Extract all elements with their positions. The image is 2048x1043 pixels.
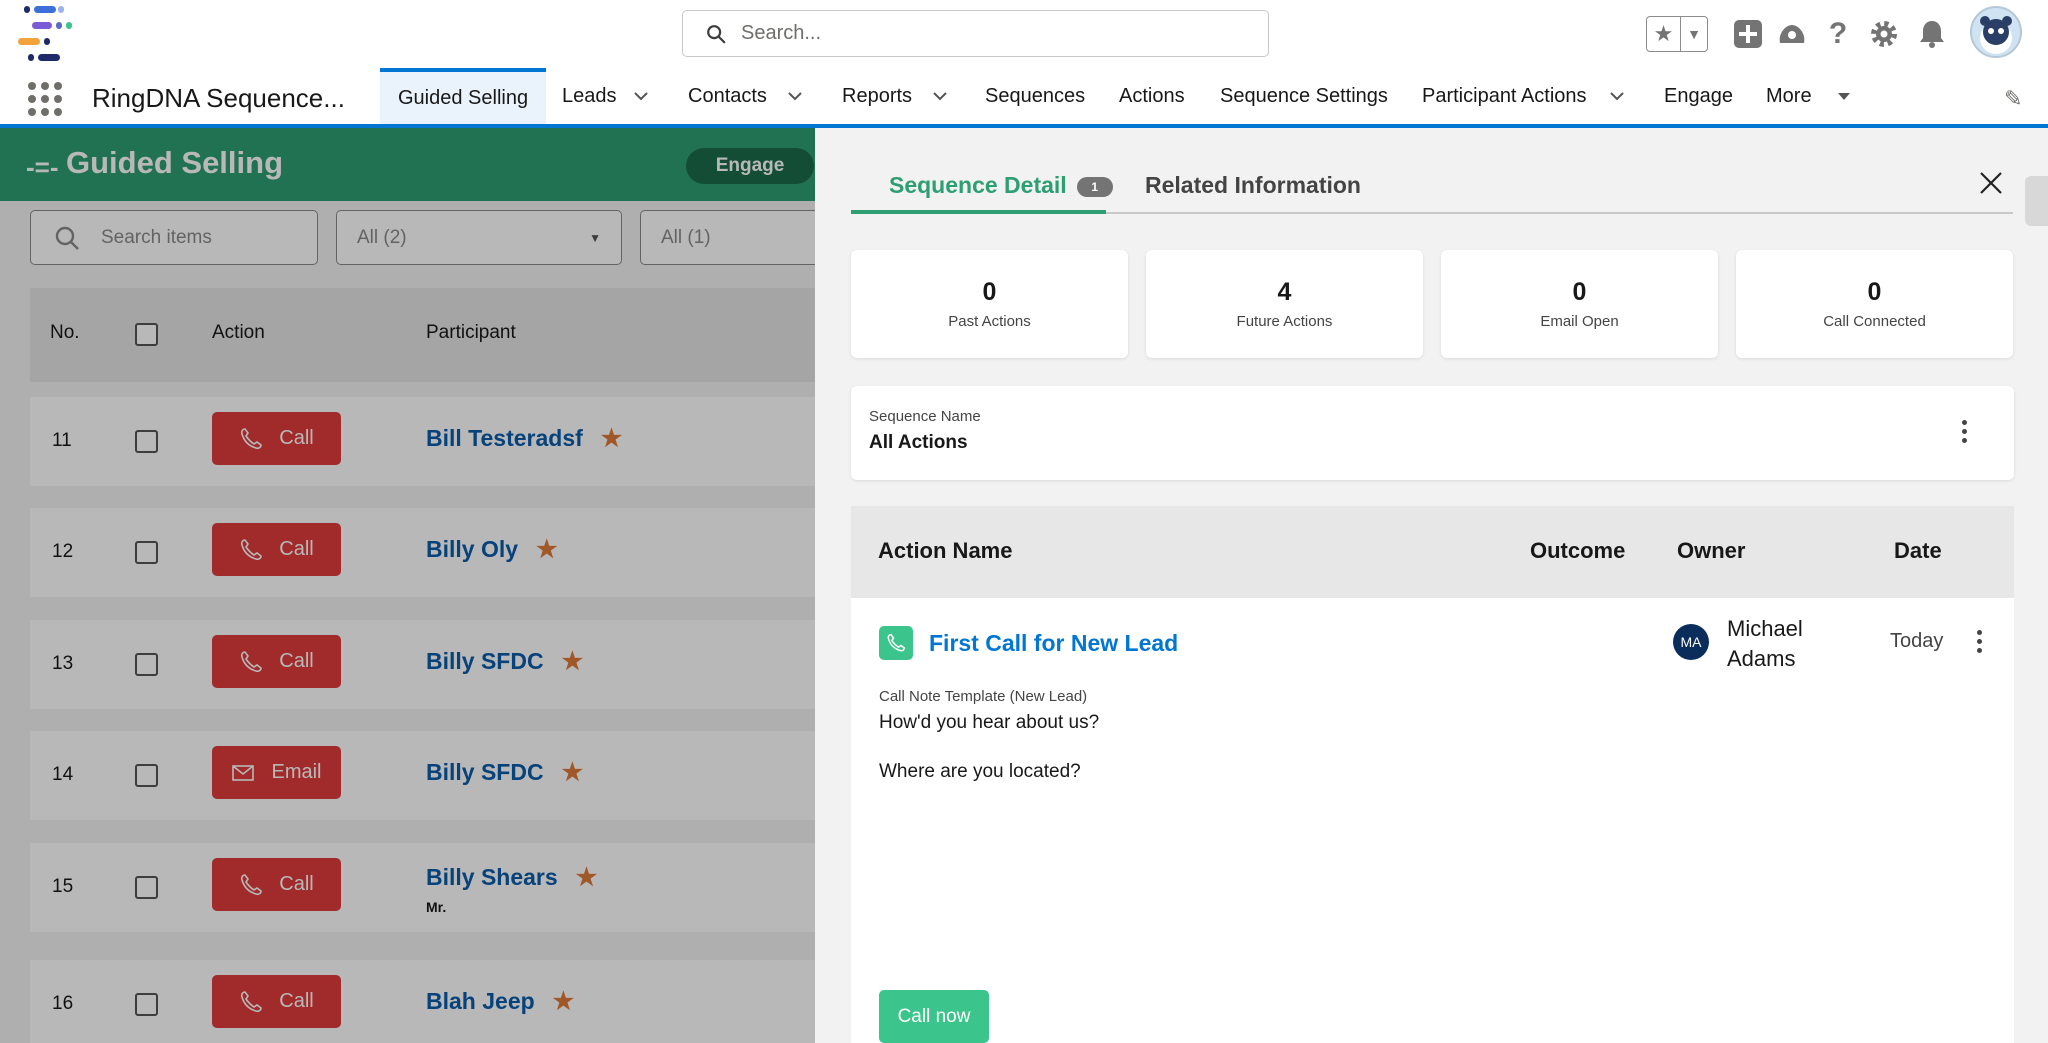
nav-tab-guided-selling[interactable]: Guided Selling [380,68,546,124]
trailhead-icon [1779,25,1805,43]
actions-table-header: Action Name Outcome Owner Date [851,506,2014,598]
global-actions-button[interactable] [1728,14,1768,54]
column-header-action-name: Action Name [878,538,1013,563]
global-header: Search... ★ ▼ ? [0,0,2048,68]
favorites-button[interactable]: ★ ▼ [1646,16,1708,52]
nav-tab-sequence-settings[interactable]: Sequence Settings [1220,68,1388,124]
global-search-input[interactable]: Search... [682,10,1269,57]
bell-icon [1920,21,1944,48]
action-more-options-icon[interactable] [1977,630,1983,653]
setup-gear-button[interactable] [1864,14,1904,54]
nav-label: Sequences [985,84,1086,107]
tab-related-information[interactable]: Related Information [1145,172,1361,199]
app-navigation-bar: RingDNA Sequence... Guided Selling Leads… [0,68,2048,128]
app-launcher-icon[interactable] [28,82,62,116]
search-icon [707,24,726,43]
sequence-detail-panel: Sequence Detail 1 Related Information 0 P… [815,128,2048,1043]
trailhead-button[interactable] [1772,14,1812,54]
notifications-button[interactable] [1912,14,1952,54]
tab-count-badge: 1 [1076,176,1113,197]
sequence-name-value: All Actions [869,432,968,453]
nav-label: Leads [562,84,617,107]
stat-label: Email Open [1540,313,1619,330]
tab-sequence-detail[interactable]: Sequence Detail 1 [889,172,1113,199]
stat-label: Past Actions [948,313,1031,330]
call-now-button[interactable]: Call now [879,990,989,1043]
star-icon: ★ [1647,17,1681,51]
edit-nav-pencil-icon[interactable]: ✎ [2004,86,2022,112]
action-name-link[interactable]: First Call for New Lead [929,630,1178,657]
nav-tab-reports[interactable]: Reports [842,68,948,124]
stat-label: Future Actions [1236,313,1333,330]
panel-tabs: Sequence Detail 1 Related Information [851,158,2013,214]
stat-card-email-open: 0 Email Open [1441,250,1718,358]
nav-more-menu[interactable]: More [1766,68,1852,124]
nav-label: Sequence Settings [1220,84,1388,107]
sequence-name-card: Sequence Name All Actions [851,386,2014,480]
nav-tab-engage[interactable]: Engage [1664,68,1733,124]
actions-table: Action Name Outcome Owner Date First Cal… [851,506,2014,1043]
caret-down-icon [1837,93,1850,100]
stat-value: 4 [1277,278,1292,306]
tab-label: Related Information [1145,172,1361,198]
column-header-outcome: Outcome [1530,538,1626,563]
chevron-down-icon[interactable] [787,88,803,104]
gear-icon [1871,21,1897,47]
app-logo[interactable] [18,4,88,64]
call-note-line: How'd you hear about us? [879,712,1100,733]
phone-icon [879,626,913,660]
app-name: RingDNA Sequence... [92,83,345,113]
call-note-template-label: Call Note Template (New Lead) [879,688,1088,705]
help-icon[interactable]: ? [1818,14,1858,54]
add-icon [1734,20,1762,48]
nav-tab-actions[interactable]: Actions [1119,68,1185,124]
close-icon[interactable] [1978,170,2004,196]
chevron-down-icon[interactable] [932,88,948,104]
stat-card-future-actions: 4 Future Actions [1146,250,1423,358]
stat-value: 0 [982,278,997,306]
column-header-owner: Owner [1677,538,1746,563]
nav-label: Actions [1119,84,1185,107]
sequence-more-options-icon[interactable] [1962,420,1968,443]
active-tab-indicator [851,210,1106,214]
nav-tab-participant-actions[interactable]: Participant Actions [1422,68,1625,124]
astro-avatar-icon [1980,16,2012,54]
caret-down-icon[interactable]: ▼ [1681,26,1707,42]
stat-value: 0 [1867,278,1882,306]
nav-tab-leads[interactable]: Leads [562,68,649,124]
nav-label: Contacts [688,84,767,107]
chevron-down-icon[interactable] [1609,88,1625,104]
nav-label: Reports [842,84,913,107]
sequence-name-label: Sequence Name [869,408,981,425]
action-date: Today [1890,630,1944,652]
nav-label: Participant Actions [1422,84,1587,107]
nav-label: Engage [1664,84,1733,107]
chevron-down-icon[interactable] [633,88,649,104]
stat-label: Call Connected [1823,313,1926,330]
column-header-date: Date [1894,538,1942,563]
nav-tab-contacts[interactable]: Contacts [688,68,803,124]
panel-edge-handle[interactable] [2025,176,2048,226]
user-avatar[interactable] [1970,6,2022,58]
stat-card-past-actions: 0 Past Actions [851,250,1128,358]
nav-label: More [1766,84,1812,107]
owner-name: Michael Adams [1727,616,1803,671]
stat-card-call-connected: 0 Call Connected [1736,250,2013,358]
nav-tab-sequences[interactable]: Sequences [985,68,1085,124]
stat-value: 0 [1572,278,1587,306]
search-placeholder: Search... [741,22,822,44]
owner-avatar: MA [1673,624,1709,660]
tab-label: Sequence Detail [889,172,1067,198]
nav-label: Guided Selling [398,86,529,109]
call-note-line: Where are you located? [879,761,1081,782]
